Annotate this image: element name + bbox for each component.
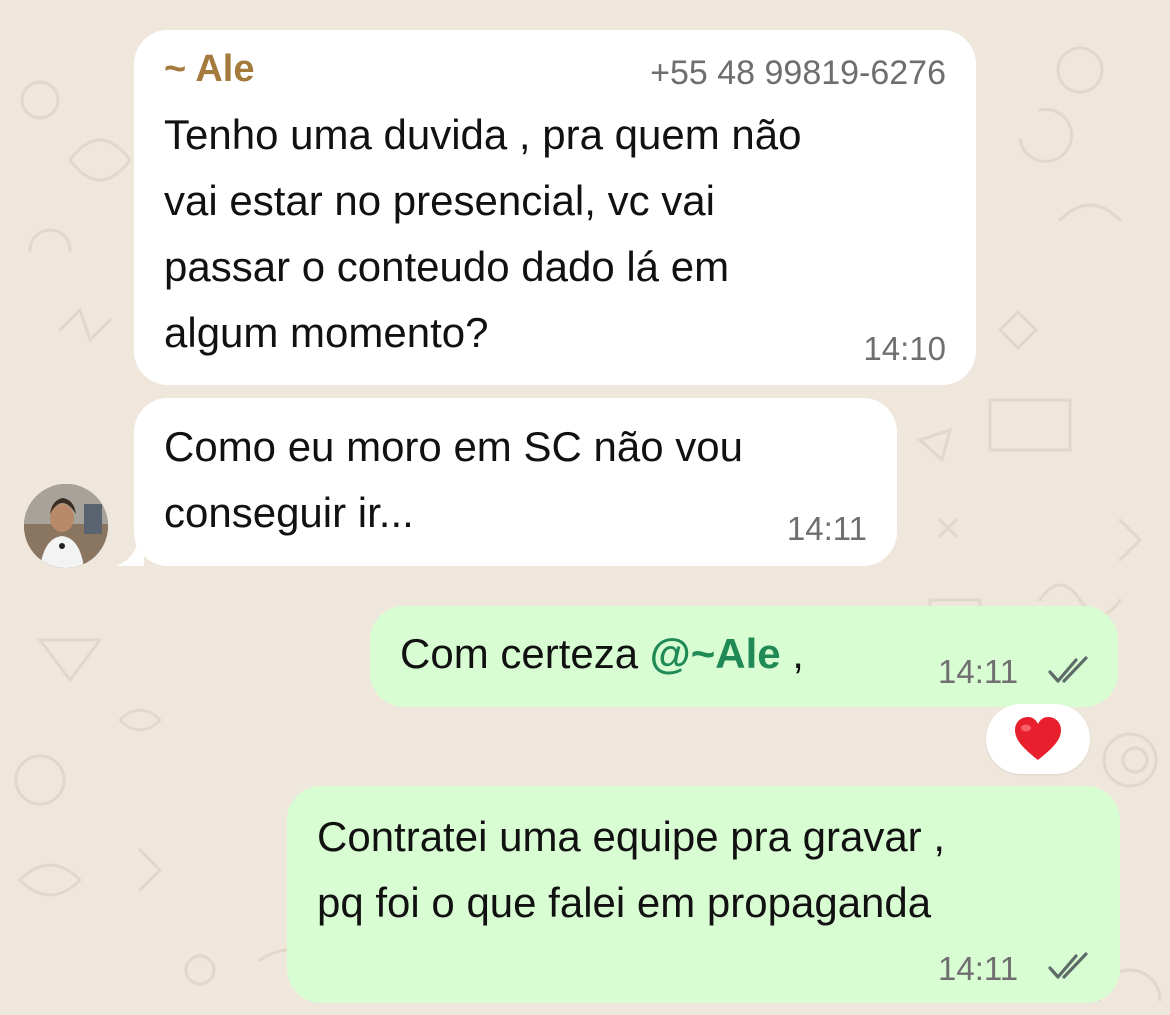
message-time: 14:11 [786, 510, 867, 547]
avatar-photo [24, 484, 108, 568]
double-check-icon [1048, 656, 1088, 683]
outgoing-message-bubble[interactable]: Com certeza @~Ale , 14:11 [370, 606, 1118, 707]
sender-name[interactable]: ~ Ale [164, 48, 254, 91]
message-text: Contratei uma equipe pra gravar , pq foi… [317, 813, 946, 926]
reaction-pill[interactable] [986, 704, 1090, 774]
outgoing-message-bubble[interactable]: Contratei uma equipe pra gravar , pq foi… [287, 786, 1120, 1003]
mention-link[interactable]: @~Ale [650, 630, 781, 677]
message-time: 14:11 [938, 950, 1019, 987]
message-text-prefix: Com certeza [400, 630, 650, 677]
incoming-message-bubble[interactable]: Como eu moro em SC não vou conseguir ir.… [134, 398, 897, 566]
message-text-suffix: , [780, 630, 804, 677]
sender-phone[interactable]: +55 48 99819-6276 [650, 54, 946, 93]
double-check-icon [1048, 952, 1088, 979]
message-time: 14:11 [938, 653, 1019, 690]
contact-avatar[interactable] [24, 484, 108, 568]
message-time: 14:10 [863, 330, 946, 367]
incoming-message-bubble[interactable]: ~ Ale +55 48 99819-6276 Tenho uma duvida… [134, 30, 976, 385]
message-text: Tenho uma duvida , pra quem não vai esta… [164, 111, 802, 356]
red-heart-icon [1015, 717, 1061, 760]
message-text: Como eu moro em SC não vou conseguir ir.… [164, 423, 743, 536]
message-text: Com certeza @~Ale , [400, 621, 804, 687]
